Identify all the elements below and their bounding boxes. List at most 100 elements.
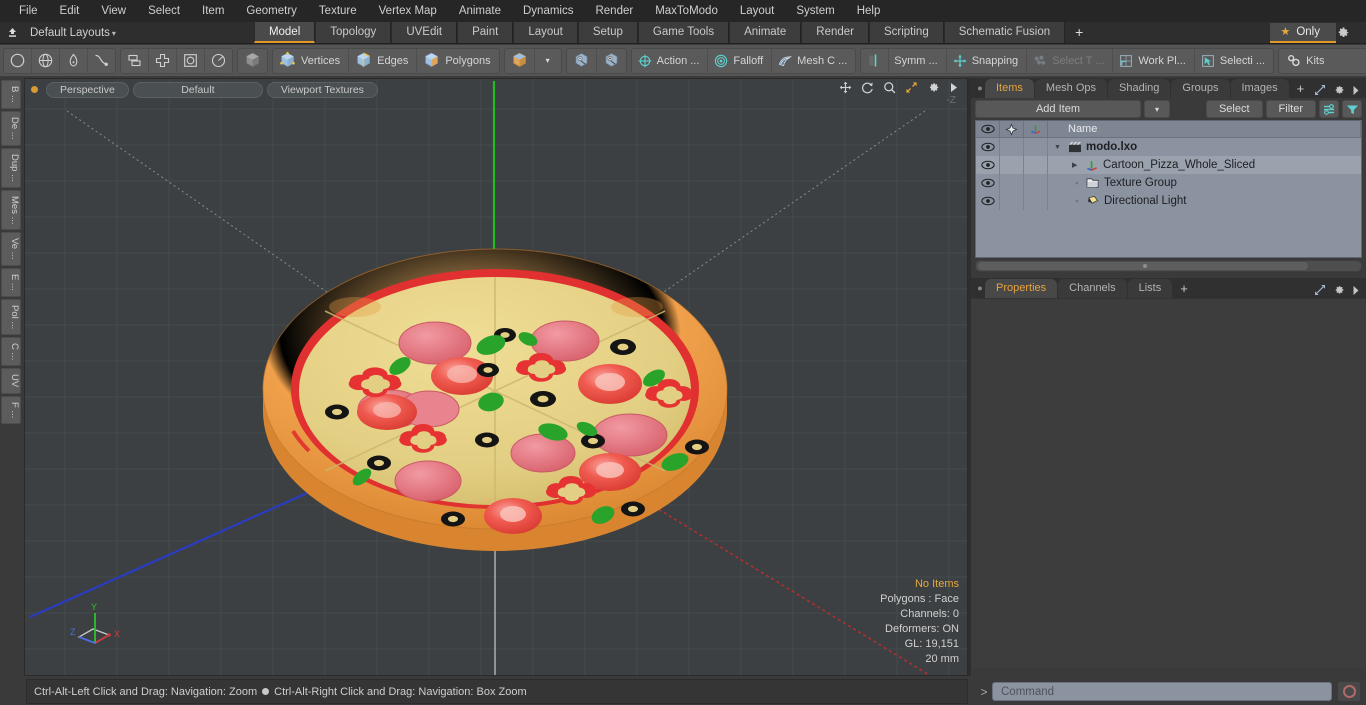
transform-cell[interactable] [1024,156,1048,174]
chevron-down-icon[interactable]: ▼ [1054,144,1064,151]
properties-tab-lists[interactable]: Lists [1127,279,1173,298]
transform-cell[interactable] [1024,138,1048,156]
cube-item-icon[interactable] [505,48,535,73]
add-item-dropdown[interactable]: ▾ [1143,100,1170,118]
mesh-constraint-button[interactable]: Mesh C ... [772,49,855,73]
kits-button[interactable]: Kits [1279,49,1366,73]
chevron-right-icon[interactable]: ▶ [1072,161,1082,169]
panel-tab-shading[interactable]: Shading [1108,79,1171,98]
rotate-icon[interactable] [861,81,874,94]
layout-tab-topology[interactable]: Topology [315,22,392,43]
item-tree[interactable]: Name ▼ modo.lxo ▶ Cartoon_Pizza_Whole_Slice… [975,120,1362,258]
menu-item-edit[interactable]: Edit [49,0,91,22]
layout-tab-paint[interactable]: Paint [457,22,514,43]
filter-button[interactable]: Filter [1265,100,1316,118]
gear-icon[interactable] [927,81,940,94]
lock-cell[interactable] [1000,192,1024,210]
left-tab-5[interactable]: E ... [1,267,21,297]
menu-item-maxtomodo[interactable]: MaxToModo [644,0,729,22]
panel-tab-mesh-ops[interactable]: Mesh Ops [1034,79,1108,98]
layout-tab-animate[interactable]: Animate [729,22,802,43]
add-tab-button[interactable]: + [1290,79,1312,98]
menu-item-vertex-map[interactable]: Vertex Map [368,0,448,22]
menu-item-system[interactable]: System [785,0,845,22]
lock-cell[interactable] [1000,174,1024,192]
action-center-button[interactable]: Action ... [632,48,709,73]
menu-item-animate[interactable]: Animate [448,0,512,22]
lock-cell[interactable] [1000,156,1024,174]
left-tab-3[interactable]: Mes ... [1,189,21,231]
symmetry-icon[interactable] [861,48,890,73]
list-item[interactable]: ▼ modo.lxo [1048,141,1361,153]
snapping-button[interactable]: Snapping [947,48,1028,73]
select-button[interactable]: Select [1205,100,1263,118]
globe-icon[interactable] [32,48,60,73]
list-options-icon[interactable] [1319,100,1339,118]
gear-icon[interactable] [1333,284,1345,296]
chevron-right-icon[interactable] [1352,85,1360,96]
left-tab-2[interactable]: Dup ... [1,147,21,188]
eye-icon[interactable] [976,138,1000,156]
properties-menu-dot[interactable]: ● [975,278,985,298]
left-tab-0[interactable]: B ... [1,80,21,109]
add-properties-tab-button[interactable]: + [1173,279,1195,298]
item-mode-dropdown[interactable]: ▾ [535,49,561,73]
sphere-snap-icon[interactable] [567,48,597,73]
layout-tab-model[interactable]: Model [253,22,316,43]
cube-gray-icon[interactable] [238,49,267,73]
list-item[interactable]: ▶ Cartoon_Pizza_Whole_Sliced [1048,159,1361,172]
panel-menu-dot[interactable]: ● [975,78,985,98]
viewport-shading-selector[interactable]: Default [132,81,263,98]
menu-item-help[interactable]: Help [846,0,892,22]
layout-tab-uvedit[interactable]: UVEdit [391,22,458,43]
pen-icon[interactable] [60,48,88,73]
only-toggle-button[interactable]: ★ Only [1270,22,1336,43]
funnel-icon[interactable] [1342,100,1362,118]
eye-icon[interactable] [976,174,1000,192]
left-tab-7[interactable]: C ... [1,336,21,367]
left-tab-8[interactable]: UV [1,368,21,394]
viewport-view-selector[interactable]: Perspective [46,81,129,98]
left-tab-1[interactable]: De ... [1,110,21,146]
table-row[interactable]: ▪ Directional Light [976,192,1361,210]
gear-icon[interactable] [1336,26,1362,40]
play-icon[interactable] [949,81,959,94]
chevron-right-icon[interactable] [1352,285,1360,296]
layout-tab-scripting[interactable]: Scripting [868,22,944,43]
menu-item-render[interactable]: Render [584,0,644,22]
layout-tab-layout[interactable]: Layout [513,22,578,43]
list-item[interactable]: ▪ Directional Light [1048,195,1361,207]
left-tab-6[interactable]: Pol ... [1,298,21,335]
sphere-snap2-icon[interactable] [597,49,626,73]
symmetry-button[interactable]: Symm ... [889,48,947,73]
circle-icon[interactable] [4,48,32,73]
expand-icon[interactable] [1314,284,1326,296]
menu-item-layout[interactable]: Layout [729,0,786,22]
transform-cell[interactable] [1024,192,1048,210]
move-icon[interactable] [839,81,852,94]
left-tab-4[interactable]: Ve ... [1,232,21,266]
table-row[interactable]: ▼ modo.lxo [976,138,1361,156]
center-icon[interactable] [149,48,177,73]
selection-set-button[interactable]: Selecti ... [1195,49,1273,73]
align-icon[interactable] [121,48,149,73]
viewport-texture-selector[interactable]: Viewport Textures [266,81,378,98]
transform-cell[interactable] [1024,174,1048,192]
properties-tab-properties[interactable]: Properties [985,279,1058,298]
panel-tab-images[interactable]: Images [1230,79,1289,98]
list-item[interactable]: ▪ Texture Group [1048,177,1361,189]
falloff-button[interactable]: Falloff [708,48,773,73]
menu-item-view[interactable]: View [90,0,137,22]
menu-item-item[interactable]: Item [191,0,235,22]
viewport-menu-dot[interactable] [31,86,38,93]
radial-icon[interactable] [205,49,232,73]
menu-item-select[interactable]: Select [137,0,191,22]
properties-tab-channels[interactable]: Channels [1058,279,1127,298]
record-icon[interactable] [1337,681,1361,702]
fit-icon[interactable] [905,81,918,94]
layout-tab-game-tools[interactable]: Game Tools [637,22,730,43]
home-up-icon[interactable] [0,23,24,43]
viewport-3d[interactable]: X Y Z Perspective Default Viewport Textu… [24,78,968,676]
layout-tab-setup[interactable]: Setup [577,22,638,43]
layout-tab-schematic-fusion[interactable]: Schematic Fusion [943,22,1066,43]
